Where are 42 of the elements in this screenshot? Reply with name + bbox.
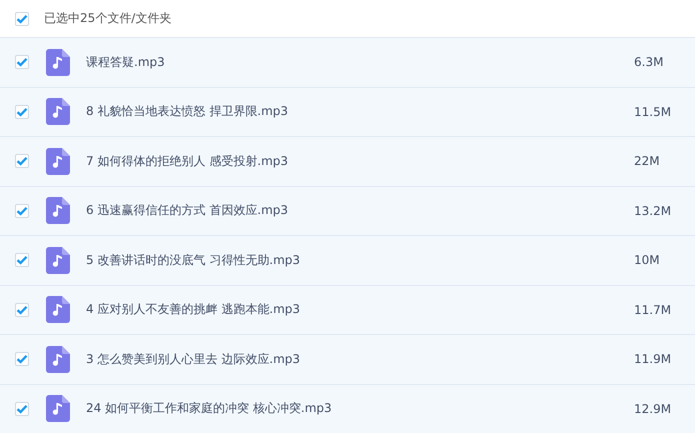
file-checkbox[interactable] — [15, 154, 29, 168]
file-row[interactable]: 4 应对别人不友善的挑衅 逃跑本能.mp3 11.7M — [0, 284, 695, 334]
file-name: 7 如何得体的拒绝别人 感受投射.mp3 — [86, 152, 290, 170]
music-file-icon — [46, 395, 70, 422]
file-size: 13.2M — [634, 204, 672, 218]
select-all-checkbox[interactable] — [15, 12, 29, 26]
music-file-icon — [46, 48, 70, 76]
file-size: 6.3M — [634, 55, 664, 70]
file-size: 10M — [634, 253, 661, 268]
selection-count: 已选中25个文件/文件夹 — [44, 10, 172, 27]
file-name: 5 改善讲话时的没底气 习得性无助.mp3 — [86, 252, 302, 269]
file-row[interactable]: 课程答疑.mp3 6.3M — [0, 37, 695, 86]
file-checkbox[interactable] — [15, 352, 29, 366]
file-row[interactable]: 3 怎么赞美到别人心里去 边际效应.mp3 11.9M — [0, 334, 695, 384]
music-file-icon — [46, 98, 70, 126]
file-row[interactable]: 6 迅速赢得信任的方式 首因效应.mp3 13.2M — [0, 186, 695, 235]
file-name: 课程答疑.mp3 — [86, 54, 166, 71]
file-name: 24 如何平衡工作和家庭的冲突 核心冲突.mp3 — [86, 400, 333, 418]
file-checkbox[interactable] — [15, 402, 29, 416]
music-file-icon — [46, 148, 70, 175]
file-checkbox[interactable] — [15, 55, 29, 70]
file-checkbox[interactable] — [15, 104, 29, 119]
file-checkbox[interactable] — [15, 302, 29, 317]
music-file-icon — [46, 346, 70, 373]
file-checkbox[interactable] — [15, 204, 29, 218]
file-size: 11.5M — [634, 104, 672, 119]
file-size: 11.9M — [634, 352, 672, 366]
file-name: 4 应对别人不友善的挑衅 逃跑本能.mp3 — [86, 301, 302, 318]
file-size: 22M — [634, 154, 661, 168]
file-name: 8 礼貌恰当地表达愤怒 捍卫界限.mp3 — [86, 103, 290, 120]
music-file-icon — [46, 296, 70, 324]
file-row[interactable]: 5 改善讲话时的没底气 习得性无助.mp3 10M — [0, 235, 695, 284]
file-name: 6 迅速赢得信任的方式 首因效应.mp3 — [86, 202, 290, 220]
music-file-icon — [46, 197, 70, 224]
file-name: 3 怎么赞美到别人心里去 边际效应.mp3 — [86, 350, 302, 368]
file-row[interactable]: 8 礼貌恰当地表达愤怒 捍卫界限.mp3 11.5M — [0, 86, 695, 136]
file-checkbox[interactable] — [15, 253, 29, 268]
file-row[interactable]: 24 如何平衡工作和家庭的冲突 核心冲突.mp3 12.9M — [0, 384, 695, 433]
file-row[interactable]: 7 如何得体的拒绝别人 感受投射.mp3 22M — [0, 136, 695, 186]
file-size: 12.9M — [634, 402, 672, 416]
file-size: 11.7M — [634, 302, 672, 317]
music-file-icon — [46, 246, 70, 274]
